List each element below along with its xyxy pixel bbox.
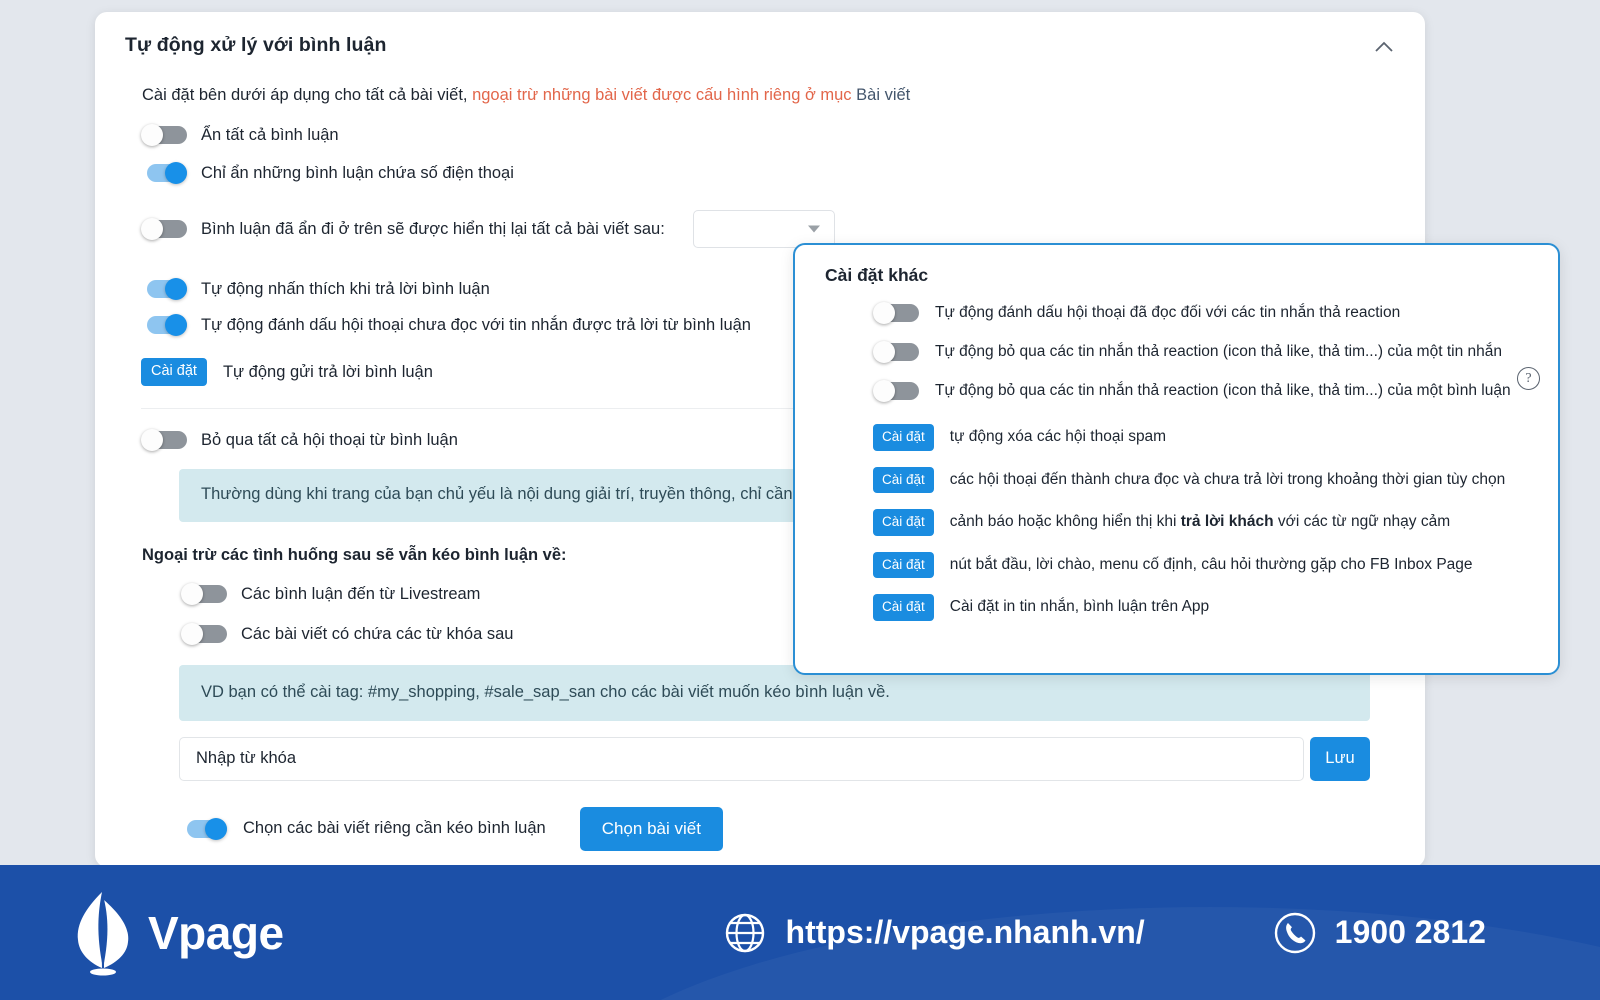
globe-icon: [725, 913, 764, 952]
phone-circle-icon: [1274, 912, 1315, 953]
overlay-action-label-0: tự động xóa các hội thoại spam: [949, 428, 1167, 446]
overlay-label-1: Tự động bỏ qua các tin nhắn thả reaction…: [935, 343, 1502, 360]
toggle-mark-unread[interactable]: [141, 314, 187, 337]
delete-spam-settings-button[interactable]: Cài đặt: [873, 424, 934, 451]
toggle-thumb: [165, 278, 187, 301]
toggle-hide-phone-comments[interactable]: [141, 162, 187, 185]
toggle-hide-all-comments[interactable]: [141, 124, 187, 147]
toggle-thumb: [141, 428, 163, 451]
chevron-up-icon: [1375, 41, 1393, 52]
label-auto-reply: Tự động gửi trả lời bình luận: [222, 362, 433, 381]
label-livestream-comments: Các bình luận đến từ Livestream: [241, 585, 481, 604]
overlay-action-label-2: cảnh báo hoặc không hiển thị khi trả lời…: [950, 513, 1450, 531]
toggle-thumb: [873, 302, 895, 324]
label-mark-unread: Tự động đánh dấu hội thoại chưa đọc với …: [201, 316, 751, 335]
toggle-reshow-hidden[interactable]: [141, 218, 187, 241]
keyword-input-row: Lưu: [179, 736, 1370, 781]
vpage-leaf-logo: [77, 891, 129, 975]
sensitive-text-before: cảnh báo hoặc không hiển thị khi: [949, 513, 1181, 531]
label-keyword-posts: Các bài viết có chứa các từ khóa sau: [241, 625, 514, 644]
label-choose-specific-posts: Chọn các bài viết riêng cần kéo bình luậ…: [243, 819, 546, 838]
overlay-title: Cài đặt khác: [825, 265, 929, 285]
label-hide-phone-comments: Chỉ ẩn những bình luận chứa số điện thoạ…: [201, 164, 514, 183]
sensitive-text-after: với các từ ngữ nhạy cảm: [1273, 513, 1451, 531]
app-print-settings-button[interactable]: Cài đặt: [873, 594, 934, 621]
save-keyword-button[interactable]: Lưu: [1310, 736, 1370, 781]
toggle-mark-read-reaction[interactable]: [873, 302, 919, 324]
question-mark-icon[interactable]: ?: [1517, 367, 1540, 390]
unread-timeout-settings-button[interactable]: Cài đặt: [873, 466, 934, 493]
inbox-page-settings-button[interactable]: Cài đặt: [873, 551, 934, 578]
page-title: Tự động xử lý với bình luận: [125, 34, 387, 56]
intro-highlight: ngoại trừ những bài viết được cấu hình r…: [472, 86, 852, 104]
overlay-row-unread-timeout: Cài đặt các hội thoại đến thành chưa đọc…: [873, 466, 1532, 493]
footer-hotline: 1900 2812: [1273, 911, 1486, 955]
toggle-livestream-comments[interactable]: [181, 583, 227, 606]
overlay-label-2: Tự động bỏ qua các tin nhắn thả reaction…: [935, 382, 1511, 399]
row-choose-specific-posts: Chọn các bài viết riêng cần kéo bình luậ…: [181, 806, 1395, 851]
toggle-thumb: [873, 380, 895, 402]
footer-bar: Vpage https://vpage.nhanh.vn/ 1900 2812: [0, 865, 1600, 1000]
overlay-list: Tự động đánh dấu hội thoại đã đọc đối vớ…: [825, 302, 1532, 621]
footer-phone-number[interactable]: 1900 2812: [1335, 914, 1486, 951]
card-header: Tự động xử lý với bình luận: [95, 12, 1425, 67]
toggle-skip-reaction-comment[interactable]: [873, 380, 919, 402]
overlay-row-delete-spam: Cài đặt tự động xóa các hội thoại spam: [873, 424, 1532, 451]
toggle-keyword-posts[interactable]: [181, 623, 227, 646]
other-settings-overlay: Cài đặt khác ? Tự động đánh dấu hội thoạ…: [793, 243, 1560, 675]
intro-text: Cài đặt bên dưới áp dụng cho tất cả bài …: [142, 85, 1395, 106]
choose-posts-button[interactable]: Chọn bài viết: [579, 806, 723, 851]
footer-website: https://vpage.nhanh.vn/: [724, 912, 1145, 954]
chevron-down-icon: [807, 225, 820, 233]
row-hide-phone-comments: Chỉ ẩn những bình luận chứa số điện thoạ…: [141, 162, 1395, 185]
collapse-chevron-up-icon[interactable]: [1371, 34, 1397, 60]
overlay-action-label-1: các hội thoại đến thành chưa đọc và chưa…: [949, 470, 1506, 488]
intro-prefix: Cài đặt bên dưới áp dụng cho tất cả bài …: [142, 86, 473, 104]
intro-link-bai-viet[interactable]: Bài viết: [852, 86, 910, 104]
label-auto-like-reply: Tự động nhấn thích khi trả lời bình luận: [201, 280, 490, 299]
toggle-skip-reaction-message[interactable]: [873, 341, 919, 363]
toggle-auto-like-reply[interactable]: [141, 278, 187, 301]
auto-reply-settings-button[interactable]: Cài đặt: [141, 358, 207, 386]
overlay-row-app-print: Cài đặt Cài đặt in tin nhắn, bình luận t…: [873, 594, 1532, 621]
toggle-choose-specific-posts[interactable]: [181, 817, 227, 840]
overlay-row-mark-read-reaction: Tự động đánh dấu hội thoại đã đọc đối vớ…: [873, 302, 1532, 324]
footer-brand-name: Vpage: [148, 906, 284, 959]
toggle-thumb: [205, 817, 227, 840]
toggle-thumb: [165, 162, 187, 185]
overlay-row-sensitive-words: Cài đặt cảnh báo hoặc không hiển thị khi…: [873, 509, 1532, 536]
label-skip-all-conversations: Bỏ qua tất cả hội thoại từ bình luận: [201, 430, 458, 449]
row-hide-all-comments: Ẩn tất cả bình luận: [141, 124, 1395, 147]
toggle-skip-all-conversations[interactable]: [141, 428, 187, 451]
overlay-action-label-4: Cài đặt in tin nhắn, bình luận trên App: [949, 598, 1210, 616]
overlay-label-0: Tự động đánh dấu hội thoại đã đọc đối vớ…: [935, 304, 1401, 321]
overlay-action-label-3: nút bắt đầu, lời chào, menu cố định, câu…: [949, 555, 1473, 573]
footer-url[interactable]: https://vpage.nhanh.vn/: [786, 914, 1145, 951]
footer-brand: Vpage: [72, 890, 284, 976]
keyword-input[interactable]: [179, 736, 1304, 781]
overlay-row-inbox-page: Cài đặt nút bắt đầu, lời chào, menu cố đ…: [873, 551, 1532, 578]
overlay-row-skip-reaction-comment: Tự động bỏ qua các tin nhắn thả reaction…: [873, 380, 1532, 402]
toggle-thumb: [165, 314, 187, 337]
overlay-row-skip-reaction-message: Tự động bỏ qua các tin nhắn thả reaction…: [873, 341, 1532, 363]
toggle-thumb: [873, 341, 895, 363]
label-reshow-hidden: Bình luận đã ẩn đi ở trên sẽ được hiển t…: [201, 220, 665, 239]
label-hide-all-comments: Ẩn tất cả bình luận: [201, 126, 339, 145]
sensitive-words-settings-button[interactable]: Cài đặt: [873, 509, 934, 536]
sensitive-text-bold: trả lời khách: [1180, 513, 1274, 531]
